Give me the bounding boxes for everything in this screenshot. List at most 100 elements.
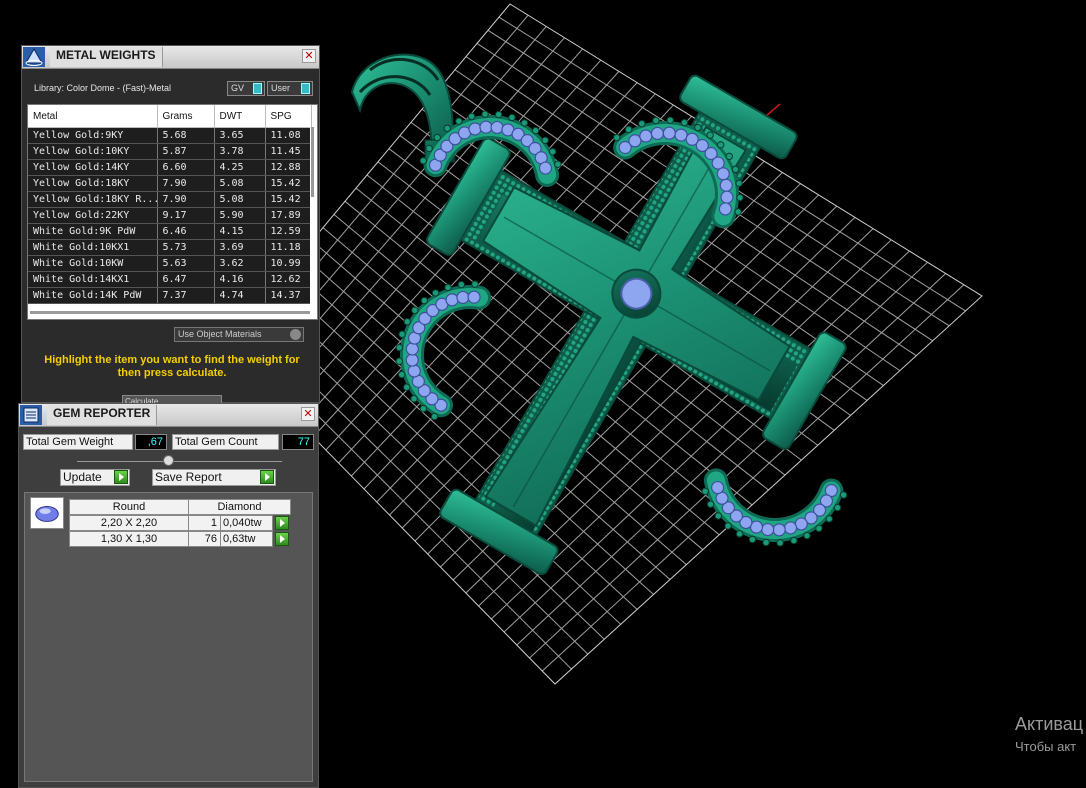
metal-cell-metal: Yellow Gold:9KY xyxy=(28,127,158,144)
user-toggle[interactable]: User xyxy=(267,81,313,96)
metal-cell-spg: 17.89 xyxy=(265,207,312,224)
metal-cell-spg: 11.08 xyxy=(265,127,312,144)
total-gem-count-label: Total Gem Count xyxy=(172,434,279,450)
metal-cell-dwt: 5.08 xyxy=(214,191,266,208)
metal-cell-metal: Yellow Gold:22KY xyxy=(28,207,158,224)
metal-cell-dwt: 5.08 xyxy=(214,175,266,192)
metal-cell-metal: White Gold:10KW xyxy=(28,255,158,272)
metal-cell-metal: White Gold:10KX1 xyxy=(28,239,158,256)
update-go-icon[interactable] xyxy=(114,470,128,484)
metal-row[interactable]: Yellow Gold:22KY 9.17 5.90 17.89 xyxy=(28,207,312,224)
column-header-metal[interactable]: Metal xyxy=(28,105,158,128)
metal-table-horizontal-scrollbar[interactable] xyxy=(30,311,310,314)
user-toggle-indicator xyxy=(301,83,310,94)
metal-cell-dwt: 4.16 xyxy=(214,271,266,288)
metal-table-header: Metal Grams DWT SPG xyxy=(28,105,312,128)
metal-row[interactable]: White Gold:14K PdW 7.37 4.74 14.37 xyxy=(28,287,312,304)
metal-cell-grams: 6.46 xyxy=(157,223,215,240)
metal-cell-spg: 15.42 xyxy=(265,175,312,192)
metal-cell-spg: 14.37 xyxy=(265,287,312,304)
metal-weights-title: METAL WEIGHTS xyxy=(50,47,163,67)
metal-row[interactable]: White Gold:10KX1 5.73 3.69 11.18 xyxy=(28,239,312,256)
metal-row[interactable]: Yellow Gold:10KY 5.87 3.78 11.45 xyxy=(28,143,312,160)
metal-weights-close-button[interactable]: ✕ xyxy=(302,49,316,63)
metal-cell-dwt: 4.15 xyxy=(214,223,266,240)
metal-cell-spg: 10.99 xyxy=(265,255,312,272)
update-label: Update xyxy=(63,470,102,484)
gem-list-area[interactable]: Round Diamond 2,20 X 2,20 1 0,040tw 1,30 X … xyxy=(24,492,313,782)
metal-cell-dwt: 3.62 xyxy=(214,255,266,272)
gem-count-cell: 76 xyxy=(188,531,221,547)
metal-cell-spg: 11.45 xyxy=(265,143,312,160)
gv-toggle-indicator xyxy=(253,83,262,94)
metal-row[interactable]: White Gold:14KX1 6.47 4.16 12.62 xyxy=(28,271,312,288)
gem-reporter-slider-knob[interactable] xyxy=(163,455,174,466)
metal-row[interactable]: White Gold:10KW 5.63 3.62 10.99 xyxy=(28,255,312,272)
gem-reporter-close-button[interactable]: ✕ xyxy=(301,407,315,421)
column-header-grams[interactable]: Grams xyxy=(157,105,215,128)
gem-size-cell: 2,20 X 2,20 xyxy=(69,515,189,531)
metal-cell-metal: White Gold:14K PdW xyxy=(28,287,158,304)
metal-weights-titlebar[interactable]: METAL WEIGHTS ✕ xyxy=(22,46,319,69)
cross-body xyxy=(426,74,847,575)
gem-reporter-panel[interactable]: GEM REPORTER ✕ Total Gem Weight ,67 Tota… xyxy=(18,403,319,788)
metal-cell-dwt: 4.25 xyxy=(214,159,266,176)
gem-material-header: Diamond xyxy=(188,499,291,515)
gv-toggle[interactable]: GV xyxy=(227,81,265,96)
activation-watermark-title: Активац xyxy=(1015,714,1084,734)
use-object-materials-dropdown[interactable]: Use Object Materials xyxy=(174,327,304,342)
metal-cell-grams: 7.90 xyxy=(157,175,215,192)
gem-reporter-titlebar[interactable]: GEM REPORTER ✕ xyxy=(19,404,318,427)
metal-row[interactable]: White Gold:9K PdW 6.46 4.15 12.59 xyxy=(28,223,312,240)
metal-cell-metal: White Gold:14KX1 xyxy=(28,271,158,288)
metal-cell-spg: 12.88 xyxy=(265,159,312,176)
metal-weights-hint: Highlight the item you want to find the … xyxy=(44,354,300,379)
metal-cell-dwt: 5.90 xyxy=(214,207,266,224)
gv-label: GV xyxy=(231,83,245,93)
user-label: User xyxy=(271,83,291,93)
report-icon xyxy=(20,405,42,425)
metal-table-vertical-scrollbar[interactable] xyxy=(310,127,315,317)
save-report-button[interactable]: Save Report xyxy=(152,469,276,486)
save-report-label: Save Report xyxy=(155,470,222,484)
metal-table-container[interactable]: Metal Grams DWT SPG Yellow Gold:9KY 5.68 3… xyxy=(27,104,318,320)
metal-row[interactable]: Yellow Gold:18KY R... 7.90 5.08 15.42 xyxy=(28,191,312,208)
activation-watermark-text: Чтобы акт xyxy=(1015,739,1077,754)
metal-cell-grams: 9.17 xyxy=(157,207,215,224)
metal-cell-metal: Yellow Gold:18KY xyxy=(28,175,158,192)
metal-cell-grams: 5.63 xyxy=(157,255,215,272)
total-gem-weight-label: Total Gem Weight xyxy=(23,434,133,450)
metal-cell-grams: 7.90 xyxy=(157,191,215,208)
library-label: Library: Color Dome - (Fast)-Metal xyxy=(34,83,172,93)
metal-row[interactable]: Yellow Gold:9KY 5.68 3.65 11.08 xyxy=(28,127,312,144)
metal-cell-dwt: 3.65 xyxy=(214,127,266,144)
column-header-dwt[interactable]: DWT xyxy=(214,105,266,128)
gem-shape-header: Round xyxy=(69,499,189,515)
gem-reporter-slider-track xyxy=(77,461,282,462)
total-gem-count-value: 77 xyxy=(282,434,314,450)
gem-weight-cell: 0,63tw xyxy=(220,531,273,547)
metal-cell-spg: 12.59 xyxy=(265,223,312,240)
gem-row-go-icon[interactable] xyxy=(275,532,289,546)
metal-cell-grams: 5.68 xyxy=(157,127,215,144)
metal-cell-grams: 6.47 xyxy=(157,271,215,288)
cross-pendant-model[interactable] xyxy=(310,0,927,650)
metal-cell-metal: Yellow Gold:18KY R... xyxy=(28,191,158,208)
round-diamond-icon xyxy=(30,497,64,529)
metal-cell-spg: 15.42 xyxy=(265,191,312,208)
gem-row-go-icon[interactable] xyxy=(275,516,289,530)
dropdown-icon xyxy=(290,329,301,340)
save-report-go-icon[interactable] xyxy=(260,470,274,484)
metal-row[interactable]: Yellow Gold:18KY 7.90 5.08 15.42 xyxy=(28,175,312,192)
pyramid-icon xyxy=(23,47,45,67)
metal-cell-spg: 11.18 xyxy=(265,239,312,256)
gem-reporter-title: GEM REPORTER xyxy=(47,405,158,425)
metal-row[interactable]: Yellow Gold:14KY 6.60 4.25 12.88 xyxy=(28,159,312,176)
column-header-spg[interactable]: SPG xyxy=(265,105,312,128)
metal-cell-grams: 6.60 xyxy=(157,159,215,176)
metal-cell-dwt: 3.69 xyxy=(214,239,266,256)
metal-cell-grams: 5.87 xyxy=(157,143,215,160)
metal-cell-dwt: 4.74 xyxy=(214,287,266,304)
metal-weights-panel[interactable]: METAL WEIGHTS ✕ Library: Color Dome - (F… xyxy=(21,45,320,404)
metal-cell-grams: 7.37 xyxy=(157,287,215,304)
